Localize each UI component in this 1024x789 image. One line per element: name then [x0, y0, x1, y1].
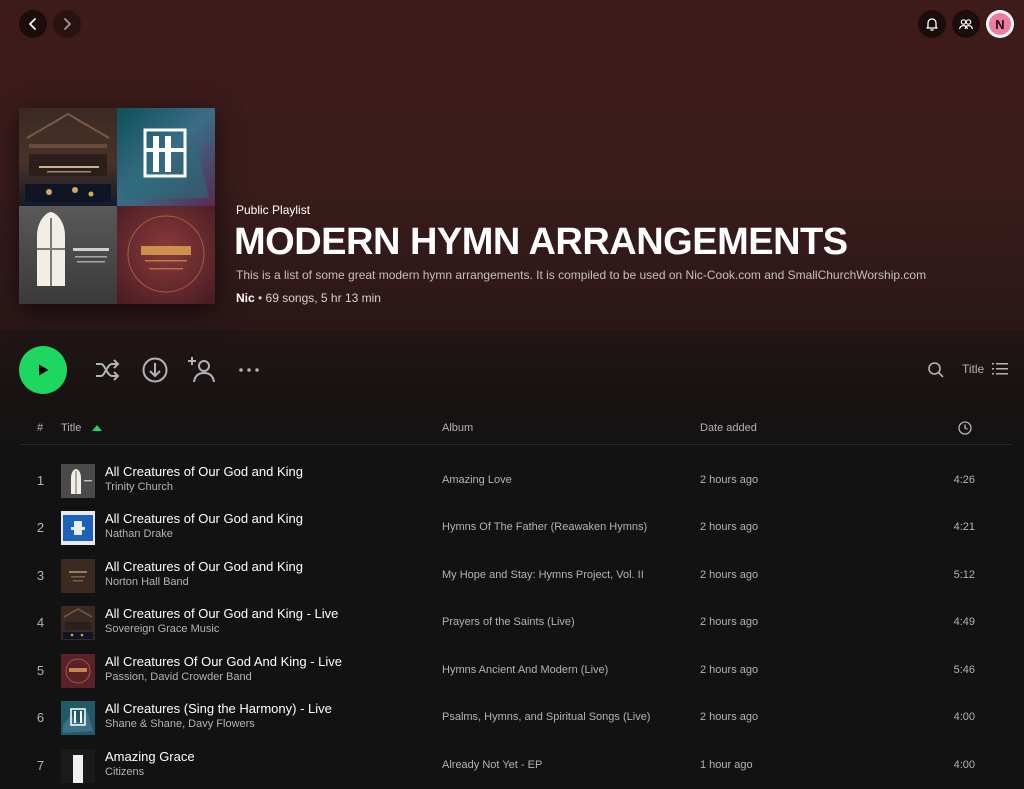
download-icon [142, 357, 168, 383]
table-row[interactable]: 5 All Creatures Of Our God And King - Li… [19, 650, 1012, 694]
cover-tile-3 [19, 206, 117, 304]
track-artist[interactable]: Sovereign Grace Music [105, 623, 219, 635]
track-number: 5 [36, 663, 45, 678]
track-number: 4 [36, 615, 45, 630]
track-title[interactable]: All Creatures of Our God and King [105, 464, 303, 479]
table-row[interactable]: 3 All Creatures of Our God and King Nort… [19, 555, 1012, 599]
sort-order-button[interactable] [992, 362, 1008, 376]
invite-collaborator-button[interactable] [187, 355, 217, 385]
track-title[interactable]: All Creatures Of Our God And King - Live [105, 654, 342, 669]
friends-icon [958, 19, 974, 30]
album-art [61, 511, 95, 545]
sort-asc-icon [92, 425, 102, 431]
track-title[interactable]: All Creatures of Our God and King - Live [105, 606, 338, 621]
track-album[interactable]: My Hope and Stay: Hymns Project, Vol. II [442, 569, 644, 581]
track-date-added: 2 hours ago [700, 711, 759, 723]
friend-activity-button[interactable] [952, 10, 980, 38]
clock-icon [958, 421, 972, 435]
track-duration: 4:00 [953, 711, 975, 723]
track-number: 1 [36, 473, 45, 488]
track-album[interactable]: Prayers of the Saints (Live) [442, 616, 575, 628]
track-title[interactable]: All Creatures of Our God and King [105, 559, 303, 574]
track-duration: 4:26 [953, 474, 975, 486]
back-button[interactable] [19, 10, 47, 38]
column-header-title[interactable]: Title [61, 422, 81, 434]
track-number: 3 [36, 568, 45, 583]
forward-button[interactable] [53, 10, 81, 38]
track-title[interactable]: Amazing Grace [105, 749, 195, 764]
table-row[interactable]: 4 All Creatures of Our God and King - Li… [19, 602, 1012, 646]
track-date-added: 2 hours ago [700, 616, 759, 628]
list-icon [992, 363, 1008, 375]
search-in-playlist-button[interactable] [926, 360, 946, 380]
bell-icon [926, 18, 938, 31]
table-row[interactable]: 2 All Creatures of Our God and King Nath… [19, 507, 1012, 551]
track-album[interactable]: Psalms, Hymns, and Spiritual Songs (Live… [442, 711, 650, 723]
more-icon [239, 368, 259, 372]
more-options-button[interactable] [234, 355, 264, 385]
track-artist[interactable]: Passion, David Crowder Band [105, 671, 252, 683]
track-date-added: 1 hour ago [700, 759, 753, 771]
album-art [61, 464, 95, 498]
track-artist[interactable]: Norton Hall Band [105, 576, 189, 588]
track-duration: 4:00 [953, 759, 975, 771]
track-artist[interactable]: Citizens [105, 766, 144, 778]
album-art [61, 559, 95, 593]
track-duration: 5:12 [953, 569, 975, 581]
sort-order-label[interactable]: Title [962, 362, 984, 376]
playlist-meta: Nic • 69 songs, 5 hr 13 min [236, 291, 381, 305]
playlist-owner-link[interactable]: Nic [236, 291, 255, 305]
track-date-added: 2 hours ago [700, 474, 759, 486]
column-header-date-added[interactable]: Date added [700, 422, 757, 434]
download-button[interactable] [140, 355, 170, 385]
cover-tile-4 [117, 206, 215, 304]
track-duration: 5:46 [953, 664, 975, 676]
column-header-album[interactable]: Album [442, 422, 473, 434]
avatar-initial: N [989, 13, 1011, 35]
playlist-title[interactable]: MODERN HYMN ARRANGEMENTS [234, 221, 848, 264]
playlist-type-label: Public Playlist [236, 203, 311, 217]
track-date-added: 2 hours ago [700, 569, 759, 581]
track-title[interactable]: All Creatures of Our God and King [105, 511, 303, 526]
track-title[interactable]: All Creatures (Sing the Harmony) - Live [105, 701, 332, 716]
album-art [61, 701, 95, 735]
column-header-number: # [37, 422, 44, 434]
notifications-button[interactable] [918, 10, 946, 38]
track-album[interactable]: Already Not Yet - EP [442, 759, 542, 771]
table-header-divider [19, 444, 1012, 445]
album-art [61, 606, 95, 640]
track-duration: 4:21 [953, 521, 975, 533]
playlist-stats: • 69 songs, 5 hr 13 min [254, 291, 381, 305]
shuffle-button[interactable] [92, 355, 122, 385]
track-number: 7 [36, 758, 45, 773]
shuffle-icon [96, 359, 120, 381]
playlist-cover[interactable] [19, 108, 215, 304]
track-artist[interactable]: Nathan Drake [105, 528, 173, 540]
track-date-added: 2 hours ago [700, 521, 759, 533]
cover-tile-2 [117, 108, 215, 206]
album-art [61, 654, 95, 688]
chevron-left-icon [29, 18, 36, 30]
user-avatar-button[interactable]: N [986, 10, 1014, 38]
table-row[interactable]: 1 All Creatures of Our God and King Trin… [19, 460, 1012, 504]
track-album[interactable]: Hymns Of The Father (Reawaken Hymns) [442, 521, 647, 533]
track-artist[interactable]: Shane & Shane, Davy Flowers [105, 718, 255, 730]
play-icon [39, 364, 49, 376]
track-duration: 4:49 [953, 616, 975, 628]
track-number: 2 [36, 520, 45, 535]
search-icon [928, 362, 944, 378]
table-row[interactable]: 6 All Creatures (Sing the Harmony) - Liv… [19, 697, 1012, 741]
track-date-added: 2 hours ago [700, 664, 759, 676]
add-user-icon [188, 357, 215, 383]
track-album[interactable]: Amazing Love [442, 474, 512, 486]
playlist-description: This is a list of some great modern hymn… [236, 268, 927, 282]
chevron-right-icon [64, 18, 71, 30]
track-artist[interactable]: Trinity Church [105, 481, 173, 493]
play-button[interactable] [19, 346, 67, 394]
track-album[interactable]: Hymns Ancient And Modern (Live) [442, 664, 608, 676]
table-row[interactable]: 7 Amazing Grace Citizens Already Not Yet… [19, 745, 1012, 789]
track-number: 6 [36, 710, 45, 725]
cover-tile-1 [19, 108, 117, 206]
